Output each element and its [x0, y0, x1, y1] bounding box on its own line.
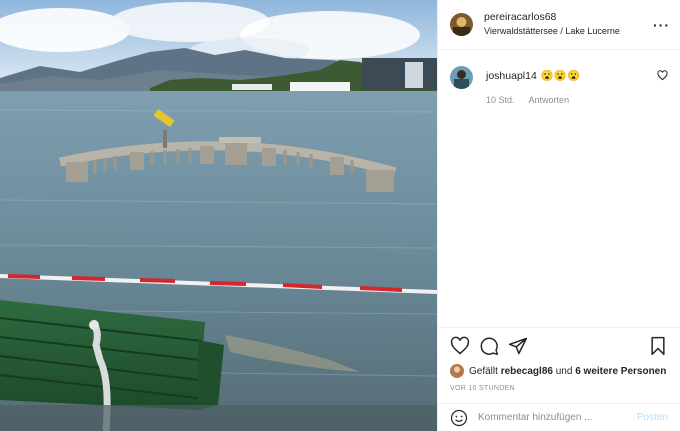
commenter-avatar-image: [450, 66, 473, 89]
post-header: pereiracarlos68 Vierwaldstättersee / Lak…: [438, 0, 680, 50]
liker-username[interactable]: rebecagl86: [501, 366, 553, 377]
comment-like-heart-icon[interactable]: [657, 70, 668, 84]
comment-input[interactable]: [478, 412, 637, 423]
post-photo[interactable]: [0, 0, 437, 431]
more-options-icon[interactable]: ···: [653, 17, 670, 33]
likes-text[interactable]: Gefällt rebecagl86 und 6 weitere Persone…: [469, 366, 666, 377]
comments-list: joshuapl14 😮😮😮 10 Std. Antworten: [438, 50, 680, 327]
emoji-icon[interactable]: [450, 409, 468, 427]
post-dialog: pereiracarlos68 Vierwaldstättersee / Lak…: [0, 0, 680, 431]
author-avatar-image: [450, 13, 473, 36]
post-sidebar: pereiracarlos68 Vierwaldstättersee / Lak…: [437, 0, 680, 431]
add-comment-bar: Posten: [438, 403, 680, 431]
post-comment-button[interactable]: Posten: [637, 412, 668, 423]
reply-button[interactable]: Antworten: [529, 95, 570, 105]
lake-photo-image: [0, 0, 437, 431]
heart-icon[interactable]: [450, 336, 470, 356]
heart-icon: [657, 70, 668, 81]
commenter-avatar[interactable]: [450, 66, 473, 89]
commenter-username[interactable]: joshuapl14: [486, 70, 537, 82]
likes-summary: Gefällt rebecagl86 und 6 weitere Persone…: [438, 363, 680, 379]
likes-connector: und: [555, 365, 573, 377]
author-username[interactable]: pereiracarlos68: [484, 11, 653, 24]
likes-prefix: Gefällt: [469, 365, 498, 377]
share-icon[interactable]: [508, 336, 528, 356]
comment-time: 10 Std.: [486, 95, 515, 105]
author-avatar[interactable]: [450, 13, 473, 36]
liker-avatar[interactable]: [450, 364, 464, 378]
bookmark-icon[interactable]: [648, 336, 668, 356]
post-actions: [438, 327, 680, 363]
comment-text: 😮😮😮: [540, 70, 581, 82]
likes-others[interactable]: 6 weitere Personen: [575, 366, 666, 377]
post-timestamp[interactable]: VOR 10 STUNDEN: [438, 379, 680, 399]
liker-avatar-image: [450, 364, 464, 378]
comment-icon[interactable]: [479, 336, 499, 356]
post-location[interactable]: Vierwaldstättersee / Lake Lucerne: [484, 25, 653, 38]
comment-item: joshuapl14 😮😮😮 10 Std. Antworten: [450, 66, 668, 105]
